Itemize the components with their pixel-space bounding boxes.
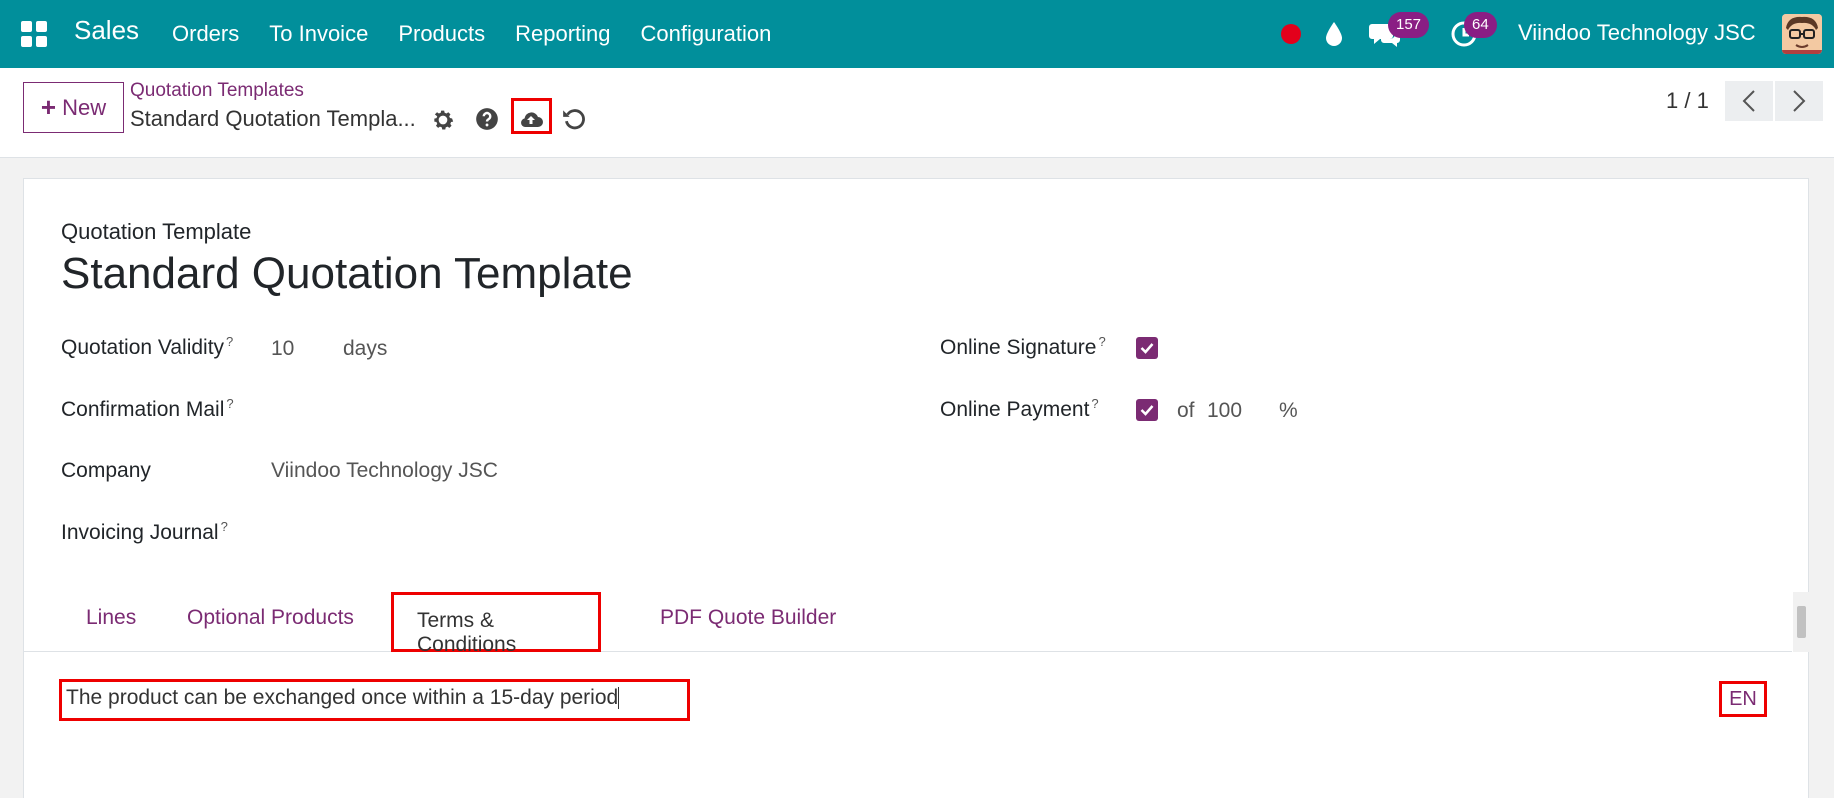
help-tooltip-mark[interactable]: ? [226, 334, 233, 349]
save-highlight-box [511, 98, 552, 134]
template-name-field[interactable]: Standard Quotation Template [61, 249, 633, 299]
help-tooltip-mark[interactable]: ? [1091, 396, 1098, 411]
online-payment-checkbox[interactable] [1136, 399, 1158, 421]
help-tooltip-mark[interactable]: ? [221, 519, 228, 534]
breadcrumb-parent[interactable]: Quotation Templates [130, 80, 304, 102]
tab-optional-products[interactable]: Optional Products [187, 606, 354, 630]
top-navbar: Sales Orders To Invoice Products Reporti… [0, 0, 1834, 68]
notebook-tabs: Lines Optional Products Terms & Conditio… [24, 592, 1792, 656]
tabs-scrollbar[interactable] [1793, 592, 1810, 652]
scrollbar-thumb[interactable] [1797, 606, 1806, 638]
prepayment-percent-input[interactable]: 100 [1207, 399, 1242, 423]
new-button[interactable]: + New [23, 82, 124, 133]
apps-menu-icon[interactable] [21, 21, 47, 47]
discard-undo-icon[interactable] [561, 106, 587, 132]
company-field[interactable]: Viindoo Technology JSC [271, 459, 498, 483]
text-caret [618, 687, 620, 710]
chevron-left-icon [1742, 90, 1755, 112]
menu-orders[interactable]: Orders [172, 21, 239, 47]
pager-previous-button[interactable] [1725, 81, 1773, 121]
menu-configuration[interactable]: Configuration [641, 21, 772, 47]
new-button-label: New [62, 94, 107, 120]
water-drop-icon[interactable] [1323, 20, 1345, 48]
quotation-validity-unit: days [343, 337, 388, 360]
avatar-face-icon [1782, 14, 1822, 54]
confirmation-mail-label: Confirmation Mail? [61, 396, 234, 421]
online-signature-label: Online Signature? [940, 334, 1106, 359]
tab-pdf-quote-builder[interactable]: PDF Quote Builder [660, 606, 836, 630]
help-tooltip-mark[interactable]: ? [226, 396, 233, 411]
tab-terms-conditions-label: Terms & Conditions [417, 609, 517, 656]
plus-icon: + [40, 92, 57, 122]
language-button[interactable]: EN [1719, 681, 1767, 717]
company-switcher[interactable]: Viindoo Technology JSC [1518, 20, 1756, 46]
user-avatar[interactable] [1782, 14, 1822, 54]
pager-next-button[interactable] [1775, 81, 1823, 121]
quotation-validity-label: Quotation Validity? [61, 334, 234, 359]
prepayment-percent-unit: % [1279, 399, 1298, 422]
form-sheet: Quotation Template Standard Quotation Te… [23, 178, 1810, 798]
prepayment-of-label: of [1177, 399, 1195, 422]
invoicing-journal-label: Invoicing Journal? [61, 519, 228, 544]
terms-conditions-editor[interactable]: The product can be exchanged once within… [66, 686, 620, 710]
gear-icon[interactable] [430, 107, 456, 133]
activity-count-badge: 64 [1464, 12, 1497, 38]
check-icon [1140, 343, 1154, 354]
menu-to-invoice[interactable]: To Invoice [269, 21, 368, 47]
help-icon[interactable] [474, 106, 500, 132]
control-panel: + New Quotation Templates Standard Quota… [0, 68, 1834, 158]
main-menu: Orders To Invoice Products Reporting Con… [172, 0, 801, 68]
check-icon [1140, 405, 1154, 416]
record-dot-icon[interactable] [1281, 24, 1301, 44]
company-label: Company [61, 459, 151, 482]
chat-count-badge: 157 [1388, 12, 1430, 38]
quotation-validity-input[interactable]: 10 [271, 337, 294, 361]
pager-value[interactable]: 1 / 1 [1666, 88, 1709, 114]
menu-products[interactable]: Products [398, 21, 485, 47]
online-payment-label: Online Payment? [940, 396, 1099, 421]
record-type-label: Quotation Template [61, 219, 252, 244]
help-tooltip-mark[interactable]: ? [1098, 334, 1105, 349]
tab-lines[interactable]: Lines [86, 606, 136, 630]
chevron-right-icon [1793, 90, 1806, 112]
menu-reporting[interactable]: Reporting [515, 21, 610, 47]
online-signature-checkbox[interactable] [1136, 337, 1158, 359]
breadcrumb-current: Standard Quotation Templa... [130, 106, 416, 131]
terms-text: The product can be exchanged once within… [66, 686, 619, 709]
tab-terms-conditions[interactable]: Terms & Conditions [391, 592, 601, 656]
app-brand[interactable]: Sales [74, 15, 139, 46]
